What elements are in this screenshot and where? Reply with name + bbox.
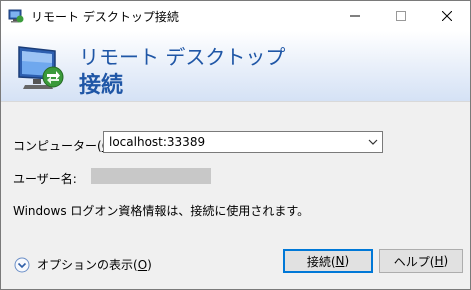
help-accesskey: H [434, 254, 444, 268]
maximize-button[interactable] [378, 1, 424, 31]
show-options-suffix: ) [147, 258, 152, 272]
header-banner: リモート デスクトップ 接続 [1, 31, 470, 102]
close-button[interactable] [424, 1, 470, 31]
header-title-line1: リモート デスクトップ [79, 45, 286, 69]
header-title-line2: 接続 [79, 73, 124, 98]
minimize-icon [350, 15, 360, 17]
show-options-prefix: オプションの表示( [37, 258, 138, 272]
show-options-accesskey: O [137, 258, 148, 272]
window-title: リモート デスクトップ接続 [31, 10, 179, 24]
computer-combobox[interactable]: localhost:33389 [103, 131, 383, 153]
help-label-suffix: ) [443, 254, 449, 268]
expand-circle-icon[interactable] [14, 257, 30, 273]
title-bar[interactable]: リモート デスクトップ接続 [1, 1, 470, 31]
username-value [91, 168, 211, 184]
help-button[interactable]: ヘルプ(H) [379, 249, 463, 273]
connect-accesskey: N [335, 254, 345, 268]
help-label-prefix: ヘルプ( [393, 254, 435, 269]
close-icon [442, 11, 452, 21]
computer-input[interactable]: localhost:33389 [109, 135, 205, 149]
minimize-button[interactable] [332, 1, 378, 31]
show-options-toggle[interactable]: オプションの表示(O) [14, 256, 152, 273]
username-label: ユーザー名: [13, 172, 77, 186]
show-options-label[interactable]: オプションの表示(O) [37, 256, 152, 273]
connect-button[interactable]: 接続(N) [283, 249, 373, 273]
remote-desktop-monitor-icon [18, 46, 64, 89]
remote-desktop-window: リモート デスクトップ接続 リモート デスクトップ 接続 コンピューター(C):… [0, 0, 471, 290]
connect-label-prefix: 接続( [306, 254, 336, 269]
computer-label-prefix: コンピューター( [13, 139, 102, 153]
remote-desktop-icon [8, 9, 24, 23]
maximize-icon [396, 11, 406, 21]
credentials-info-text: Windows ログオン資格情報は、接続に使用されます。 [13, 204, 310, 218]
connect-label-suffix: ) [344, 254, 350, 268]
chevron-down-icon[interactable] [368, 137, 378, 147]
